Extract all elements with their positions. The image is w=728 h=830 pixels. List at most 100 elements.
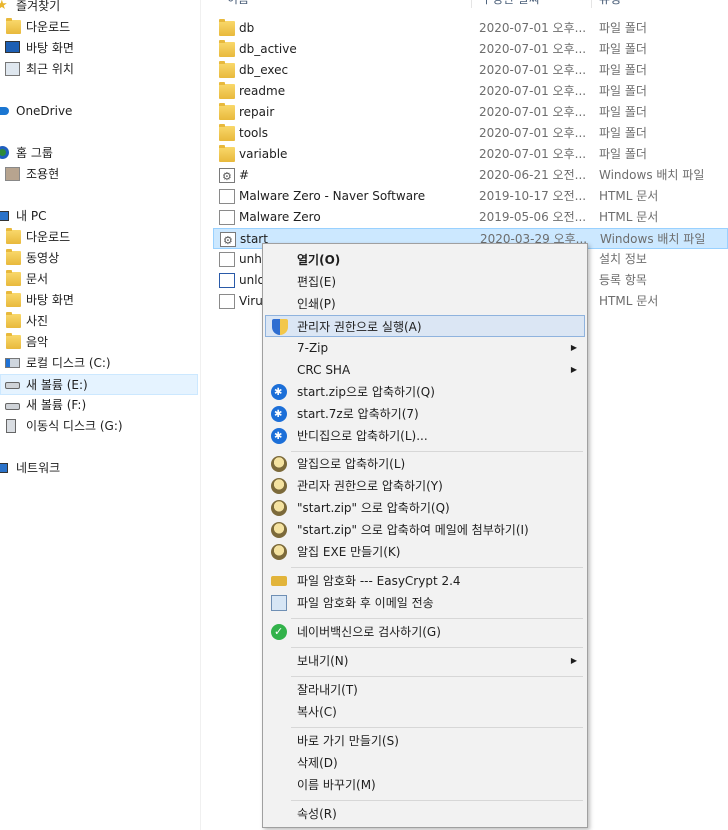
menu-open[interactable]: 열기(O) [265, 249, 585, 271]
menu-separator [291, 451, 583, 452]
column-header-type[interactable]: 유형 [599, 0, 621, 8]
menu-cut[interactable]: 잘라내기(T) [265, 679, 585, 701]
menu-naver-vaccine[interactable]: 네이버백신으로 검사하기(G) [265, 621, 585, 643]
folder-icon [219, 19, 235, 36]
downloads-folder-icon [6, 228, 21, 244]
menu-rename[interactable]: 이름 바꾸기(M) [265, 774, 585, 796]
uac-shield-icon [272, 319, 288, 335]
menu-delete[interactable]: 삭제(D) [265, 752, 585, 774]
nav-music[interactable]: 음악 [0, 332, 198, 353]
desktop-folder-icon [6, 291, 21, 307]
menu-easycrypt[interactable]: 파일 암호화 --- EasyCrypt 2.4 [265, 570, 585, 592]
submenu-arrow-icon: ▶ [570, 365, 577, 374]
menu-alzip-admin[interactable]: 관리자 권한으로 압축하기(Y) [265, 475, 585, 497]
nav-user[interactable]: 조용현 [0, 164, 198, 185]
nav-this-pc[interactable]: 내 PC [0, 206, 198, 227]
menu-crc-sha[interactable]: CRC SHA ▶ [265, 359, 585, 381]
file-row[interactable]: readme 2020-07-01 오후... 파일 폴더 [213, 81, 728, 102]
recent-places-icon [5, 62, 20, 76]
documents-folder-icon [6, 270, 21, 286]
column-divider[interactable] [591, 0, 592, 8]
nav-onedrive[interactable]: OneDrive [0, 101, 198, 122]
menu-alzip-compress[interactable]: 알집으로 압축하기(L) [265, 453, 585, 475]
file-row[interactable]: repair 2020-07-01 오후... 파일 폴더 [213, 102, 728, 123]
nav-downloads[interactable]: 다운로드 [0, 17, 198, 38]
menu-separator [291, 647, 583, 648]
nav-network[interactable]: 네트워크 [0, 458, 198, 479]
menu-create-shortcut[interactable]: 바로 가기 만들기(S) [265, 730, 585, 752]
desktop-icon [5, 41, 20, 53]
user-icon [5, 167, 20, 181]
registry-entry-icon [219, 273, 235, 288]
pictures-folder-icon [6, 312, 21, 328]
nav-drive-e[interactable]: 새 볼륨 (E:) [0, 374, 198, 395]
nav-documents[interactable]: 문서 [0, 269, 198, 290]
nav-videos[interactable]: 동영상 [0, 248, 198, 269]
menu-send-to[interactable]: 보내기(N) ▶ [265, 650, 585, 672]
nav-pc-desktop[interactable]: 바탕 화면 [0, 290, 198, 311]
file-row[interactable]: tools 2020-07-01 오후... 파일 폴더 [213, 123, 728, 144]
folder-icon [219, 40, 235, 57]
html-document-icon [219, 210, 235, 225]
submenu-arrow-icon: ▶ [570, 656, 577, 665]
videos-folder-icon [6, 249, 21, 265]
windows-drive-icon [5, 358, 20, 368]
bandizip-icon [271, 382, 287, 404]
menu-bandizip-7z[interactable]: start.7z로 압축하기(7) [265, 403, 585, 426]
file-row[interactable]: variable 2020-07-01 오후... 파일 폴더 [213, 144, 728, 165]
alzip-admin-icon [271, 478, 287, 494]
bandizip-icon [271, 404, 287, 426]
folder-icon [219, 103, 235, 120]
folder-icon [219, 124, 235, 141]
folder-icon [219, 61, 235, 78]
nav-favorites[interactable]: ★ 즐겨찾기 [0, 0, 198, 17]
column-header-date[interactable]: 수정한 날짜 [481, 0, 540, 8]
menu-separator [291, 567, 583, 568]
menu-edit[interactable]: 편집(E) [265, 271, 585, 293]
menu-alzip-zip-mail[interactable]: "start.zip" 으로 압축하여 메일에 첨부하기(I) [265, 519, 585, 541]
batch-file-icon [220, 230, 236, 251]
nav-drive-g[interactable]: 이동식 디스크 (G:) [0, 416, 198, 437]
alzip-icon [271, 544, 287, 560]
homegroup-icon [0, 146, 9, 159]
setup-info-icon [219, 252, 235, 267]
nav-drive-f[interactable]: 새 볼륨 (F:) [0, 395, 198, 416]
menu-separator [291, 618, 583, 619]
file-row[interactable]: db_exec 2020-07-01 오후... 파일 폴더 [213, 60, 728, 81]
file-row[interactable]: Malware Zero - Naver Software 2019-10-17… [213, 186, 728, 207]
menu-copy[interactable]: 복사(C) [265, 701, 585, 723]
menu-print[interactable]: 인쇄(P) [265, 293, 585, 315]
menu-separator [291, 800, 583, 801]
menu-alzip-exe[interactable]: 알집 EXE 만들기(K) [265, 541, 585, 563]
alzip-icon [271, 522, 287, 538]
menu-bandizip-compress[interactable]: 반디집으로 압축하기(L)... [265, 425, 585, 448]
menu-7zip[interactable]: 7-Zip ▶ [265, 337, 585, 359]
batch-file-icon [219, 166, 235, 187]
menu-properties[interactable]: 속성(R) [265, 803, 585, 825]
usb-drive-icon [6, 419, 16, 433]
nav-homegroup[interactable]: 홈 그룹 [0, 143, 198, 164]
star-icon: ★ [0, 0, 8, 13]
menu-alzip-zip[interactable]: "start.zip" 으로 압축하기(Q) [265, 497, 585, 519]
nav-drive-c[interactable]: 로컬 디스크 (C:) [0, 353, 198, 374]
menu-bandizip-zip[interactable]: start.zip으로 압축하기(Q) [265, 381, 585, 404]
html-document-icon [219, 189, 235, 204]
column-header-name[interactable]: 이름 [227, 0, 249, 8]
drive-icon [5, 382, 20, 389]
file-row[interactable]: Malware Zero 2019-05-06 오전... HTML 문서 [213, 207, 728, 228]
folder-icon [219, 82, 235, 99]
nav-recent-places[interactable]: 최근 위치 [0, 59, 198, 80]
file-row[interactable]: db_active 2020-07-01 오후... 파일 폴더 [213, 39, 728, 60]
menu-encrypt-email[interactable]: 파일 암호화 후 이메일 전송 [265, 592, 585, 614]
naver-vaccine-icon [271, 621, 287, 643]
file-row[interactable]: db 2020-07-01 오후... 파일 폴더 [213, 18, 728, 39]
nav-desktop[interactable]: 바탕 화면 [0, 38, 198, 59]
file-row[interactable]: # 2020-06-21 오전... Windows 배치 파일 [213, 165, 728, 187]
drive-icon [5, 403, 20, 410]
navigation-pane: ★ 즐겨찾기 다운로드 바탕 화면 최근 위치 OneDrive 홈 그룹 조용… [0, 0, 201, 830]
column-divider[interactable] [471, 0, 472, 8]
nav-pc-downloads[interactable]: 다운로드 [0, 227, 198, 248]
menu-run-as-admin[interactable]: 관리자 권한으로 실행(A) [265, 315, 585, 337]
alzip-icon [271, 456, 287, 472]
nav-pictures[interactable]: 사진 [0, 311, 198, 332]
